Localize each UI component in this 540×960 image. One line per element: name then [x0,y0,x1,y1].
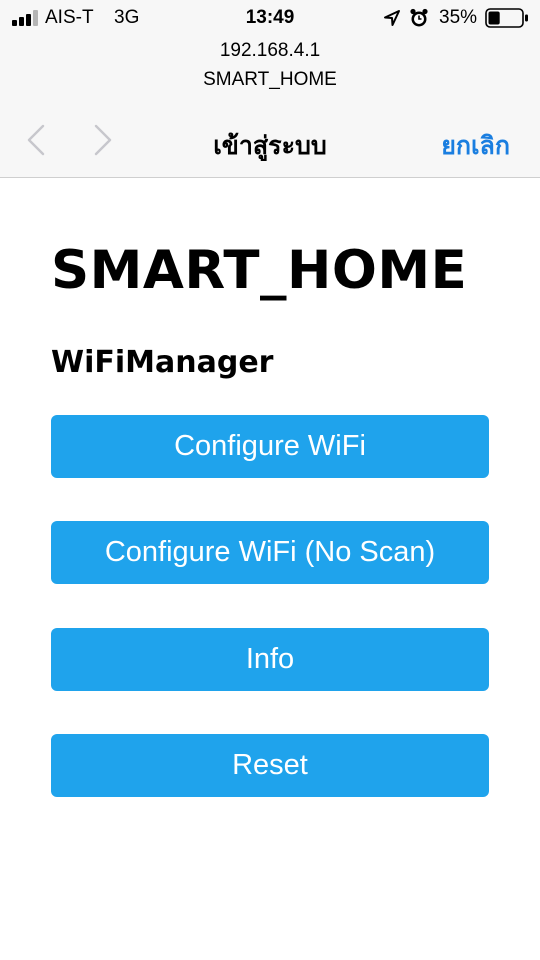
page-title: SMART_HOME [51,240,468,301]
location-arrow-icon [384,10,400,26]
configure-wifi-button[interactable]: Configure WiFi [51,415,489,478]
status-bar: AIS-T 3G 13:49 35% [0,0,540,36]
cancel-button[interactable]: ยกเลิก [441,126,510,166]
battery-percent: 35% [439,7,478,28]
info-button[interactable]: Info [51,628,489,691]
alarm-clock-icon [410,8,428,27]
page-subtitle: WiFiManager [51,345,274,380]
configure-wifi-no-scan-button[interactable]: Configure WiFi (No Scan) [51,521,489,584]
battery-icon [485,8,528,28]
reset-button[interactable]: Reset [51,734,489,797]
url-address[interactable]: 192.168.4.1 [0,40,540,62]
site-title: SMART_HOME [203,69,337,90]
